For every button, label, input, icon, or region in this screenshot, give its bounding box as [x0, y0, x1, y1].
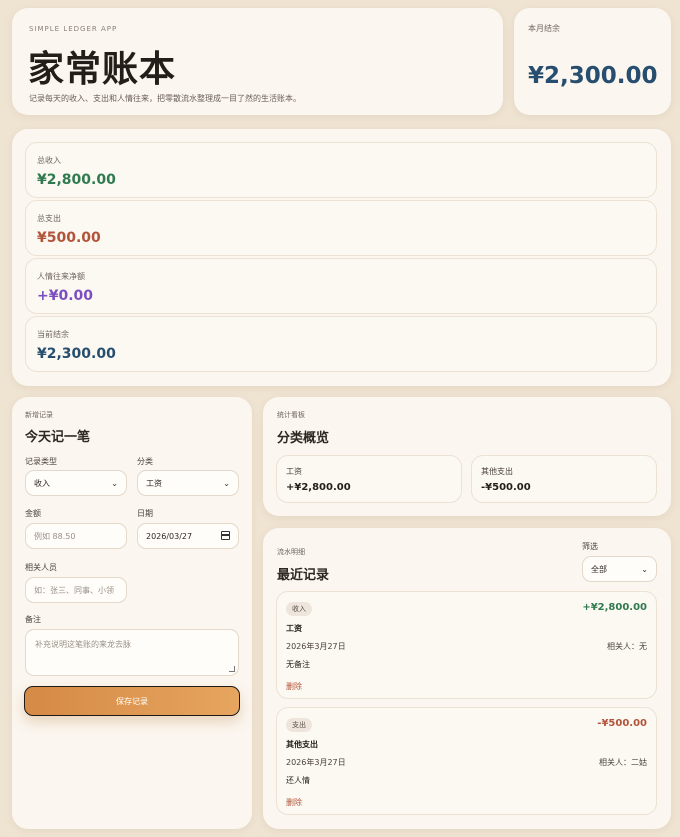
date-input-value: 2026/03/27: [146, 531, 193, 541]
filter-label: 筛选: [582, 542, 598, 551]
record-category: 工资: [286, 624, 302, 633]
stat-total-expense: 总支出 ¥500.00: [25, 200, 657, 256]
chevron-down-icon: ⌄: [111, 479, 118, 488]
category-overview-panel: 统计看板 分类概览 工资 +¥2,800.00 其他支出 -¥500.00: [263, 397, 671, 516]
new-record-form: 新增记录 今天记一笔 记录类型 收入 ⌄ 分类 工资 ⌄ 金额 例如 88.50…: [12, 397, 252, 829]
form-title: 今天记一笔: [25, 430, 91, 445]
stat-value: ¥2,300.00: [37, 346, 116, 362]
note-textarea[interactable]: 补充说明这笔账的来龙去脉: [25, 629, 239, 676]
category-label: 分类: [137, 457, 153, 466]
stat-label: 人情往来净额: [37, 272, 85, 281]
overview-item-label: 工资: [286, 467, 302, 476]
resize-handle-icon[interactable]: [229, 666, 235, 672]
person-placeholder: 如：张三、同事、小领: [34, 585, 114, 595]
note-label: 备注: [25, 615, 41, 624]
recent-records-panel: 流水明细 最近记录 筛选 全部 ⌄ 收入 +¥2,800.00 工资 2026年…: [263, 528, 671, 829]
record-amount: -¥500.00: [597, 718, 647, 729]
stat-value: ¥500.00: [37, 230, 101, 246]
stat-label: 总支出: [37, 214, 61, 223]
stat-label: 总收入: [37, 156, 61, 165]
record-item: 支出 -¥500.00 其他支出 2026年3月27日 相关人：二姑 还人情 删…: [276, 707, 657, 815]
stat-total-income: 总收入 ¥2,800.00: [25, 142, 657, 198]
records-title: 最近记录: [277, 568, 330, 583]
stat-gift-net: 人情往来净额 +¥0.00: [25, 258, 657, 314]
page-title: 家常账本: [28, 48, 177, 90]
record-note: 无备注: [286, 660, 310, 669]
type-select[interactable]: 收入 ⌄: [25, 470, 127, 496]
filter-select[interactable]: 全部 ⌄: [582, 556, 657, 582]
person-label: 相关人员: [25, 563, 57, 572]
record-category: 其他支出: [286, 740, 318, 749]
amount-label: 金额: [25, 509, 41, 518]
type-select-value: 收入: [34, 478, 50, 488]
category-select[interactable]: 工资 ⌄: [137, 470, 239, 496]
stat-current-balance: 当前结余 ¥2,300.00: [25, 316, 657, 372]
overview-item-label: 其他支出: [481, 467, 513, 476]
chevron-down-icon: ⌄: [223, 479, 230, 488]
record-item: 收入 +¥2,800.00 工资 2026年3月27日 相关人：无 无备注 删除: [276, 591, 657, 699]
month-balance-amount: ¥2,300.00: [528, 63, 658, 89]
stat-value: ¥2,800.00: [37, 172, 116, 188]
overview-item-value: +¥2,800.00: [286, 482, 351, 493]
date-label: 日期: [137, 509, 153, 518]
header-card: SIMPLE LEDGER APP 家常账本 记录每天的收入、支出和人情往来，把…: [12, 8, 503, 115]
records-eyebrow: 流水明细: [277, 548, 305, 556]
category-select-value: 工资: [146, 478, 162, 488]
date-input[interactable]: 2026/03/27: [137, 523, 239, 549]
delete-button[interactable]: 删除: [286, 797, 302, 808]
page-description: 记录每天的收入、支出和人情往来，把零散流水整理成一目了然的生活账本。: [29, 94, 301, 103]
record-person: 相关人：二姑: [599, 758, 647, 767]
note-placeholder: 补充说明这笔账的来龙去脉: [35, 640, 131, 649]
amount-input[interactable]: 例如 88.50: [25, 523, 127, 549]
overview-title: 分类概览: [277, 431, 330, 446]
month-balance-card: 本月结余 ¥2,300.00: [514, 8, 671, 115]
record-date: 2026年3月27日: [286, 642, 346, 651]
amount-placeholder: 例如 88.50: [34, 531, 76, 541]
stat-value: +¥0.00: [37, 288, 94, 304]
record-type-badge: 收入: [286, 602, 312, 616]
overview-item-other-expense: 其他支出 -¥500.00: [471, 455, 657, 503]
person-input[interactable]: 如：张三、同事、小领: [25, 577, 127, 603]
stat-label: 当前结余: [37, 330, 69, 339]
record-note: 还人情: [286, 776, 310, 785]
delete-button[interactable]: 删除: [286, 681, 302, 692]
calendar-icon[interactable]: [221, 531, 230, 540]
overview-eyebrow: 统计看板: [277, 411, 305, 419]
filter-select-value: 全部: [591, 564, 607, 574]
record-amount: +¥2,800.00: [582, 602, 647, 613]
overview-item-value: -¥500.00: [481, 482, 531, 493]
record-date: 2026年3月27日: [286, 758, 346, 767]
month-balance-label: 本月结余: [528, 24, 560, 33]
overview-item-salary: 工资 +¥2,800.00: [276, 455, 462, 503]
record-type-badge: 支出: [286, 718, 312, 732]
type-label: 记录类型: [25, 457, 57, 466]
record-person: 相关人：无: [607, 642, 647, 651]
form-eyebrow: 新增记录: [25, 411, 53, 419]
stats-panel: 总收入 ¥2,800.00 总支出 ¥500.00 人情往来净额 +¥0.00 …: [12, 129, 671, 386]
save-button[interactable]: 保存记录: [24, 686, 240, 716]
app-eyebrow: SIMPLE LEDGER APP: [29, 25, 118, 33]
chevron-down-icon: ⌄: [641, 565, 648, 574]
